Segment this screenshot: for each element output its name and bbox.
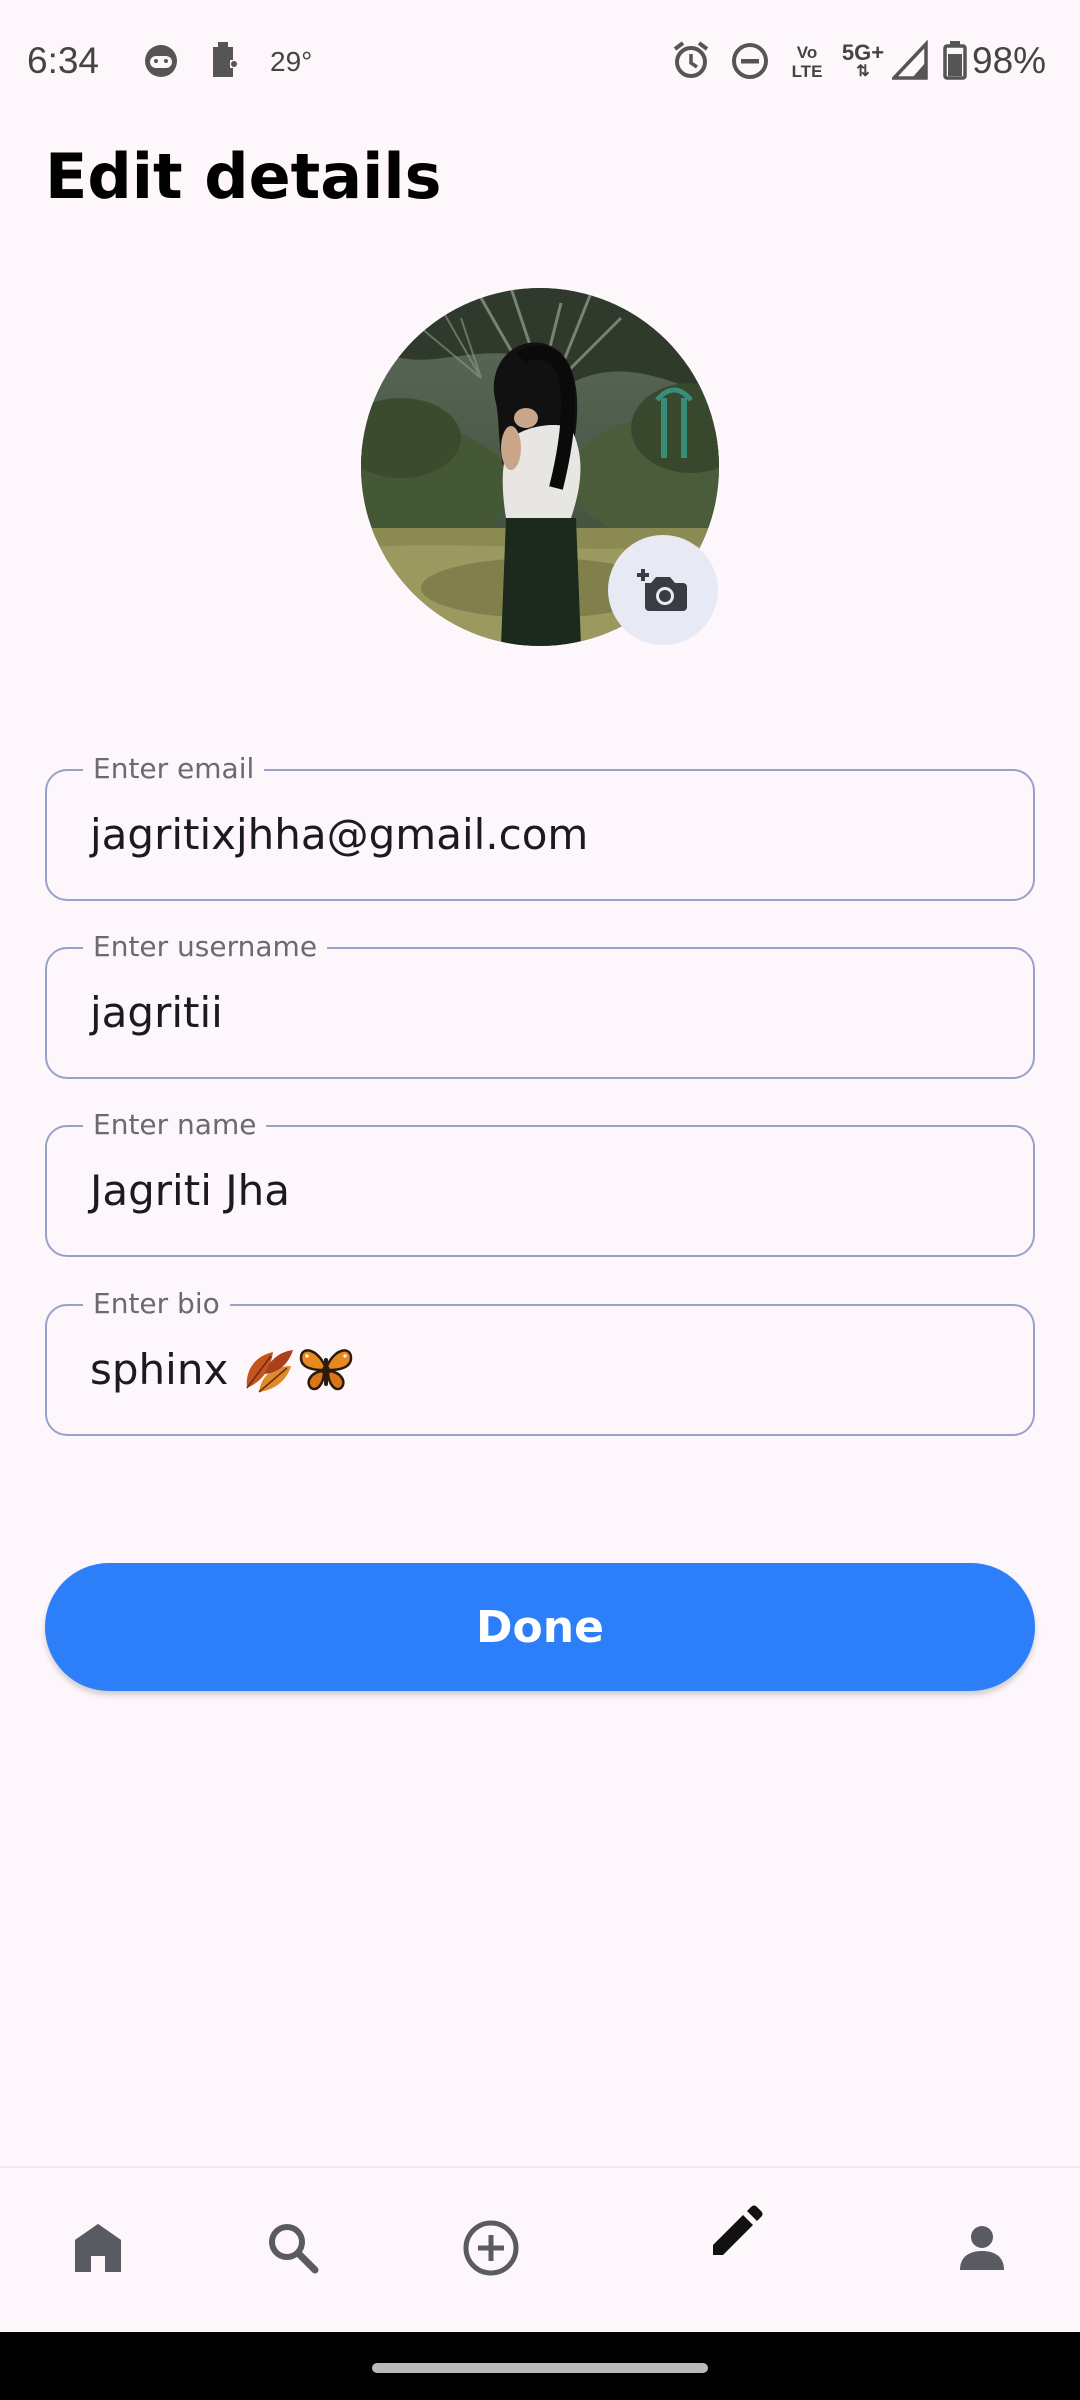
bio-field-value: sphinx (90, 1345, 229, 1394)
system-navigation-bar (0, 2332, 1080, 2400)
name-field-label: Enter name (83, 1106, 267, 1144)
bio-field-label: Enter bio (83, 1285, 230, 1323)
status-time: 6:34 (27, 40, 100, 81)
search-icon (269, 2224, 319, 2274)
battery-saver-icon (213, 42, 238, 77)
page-title: Edit details (45, 140, 442, 213)
done-button[interactable]: Done (45, 1563, 1035, 1691)
home-icon (75, 2224, 121, 2272)
nav-home[interactable] (58, 2208, 138, 2288)
status-bar: 6:34 29° Vo LTE 5G+ ⇅ 98% (0, 0, 1080, 125)
nav-search[interactable] (253, 2208, 333, 2288)
name-field[interactable]: Enter name Jagriti Jha (45, 1106, 1035, 1257)
alarm-icon (673, 41, 709, 78)
add-circle-icon (463, 2220, 519, 2276)
battery-icon (943, 41, 967, 80)
app-notification-icon (145, 45, 177, 77)
person-icon (960, 2226, 1004, 2270)
do-not-disturb-icon (732, 43, 768, 79)
temperature-label: 29° (270, 46, 313, 77)
email-field[interactable]: Enter email jagritixjhha@gmail.com (45, 750, 1035, 901)
volte-indicator: Vo LTE (791, 43, 823, 81)
butterfly-emoji-icon (299, 1349, 353, 1391)
edit-pencil-icon (713, 2205, 763, 2255)
add-photo-icon (637, 569, 687, 611)
change-photo-button[interactable] (608, 535, 718, 645)
username-field-label: Enter username (83, 928, 328, 966)
email-field-value: jagritixjhha@gmail.com (90, 810, 589, 859)
nav-profile[interactable] (942, 2208, 1022, 2288)
network-5g-indicator: 5G+ ⇅ (841, 40, 885, 80)
gesture-handle[interactable] (372, 2363, 708, 2373)
battery-percentage: 98% (972, 40, 1047, 81)
username-field[interactable]: Enter username jagritii (45, 928, 1035, 1079)
nav-add-post[interactable] (451, 2208, 531, 2288)
fallen-leaf-emoji-icon (246, 1350, 293, 1393)
signal-strength-icon (892, 40, 928, 80)
username-field-value: jagritii (90, 988, 223, 1037)
name-field-value: Jagriti Jha (90, 1166, 290, 1215)
nav-edit-profile[interactable] (696, 2192, 776, 2272)
bio-field[interactable]: Enter bio sphinx (45, 1285, 1035, 1436)
email-field-label: Enter email (83, 750, 265, 788)
bottom-navigation (0, 2166, 1080, 2334)
